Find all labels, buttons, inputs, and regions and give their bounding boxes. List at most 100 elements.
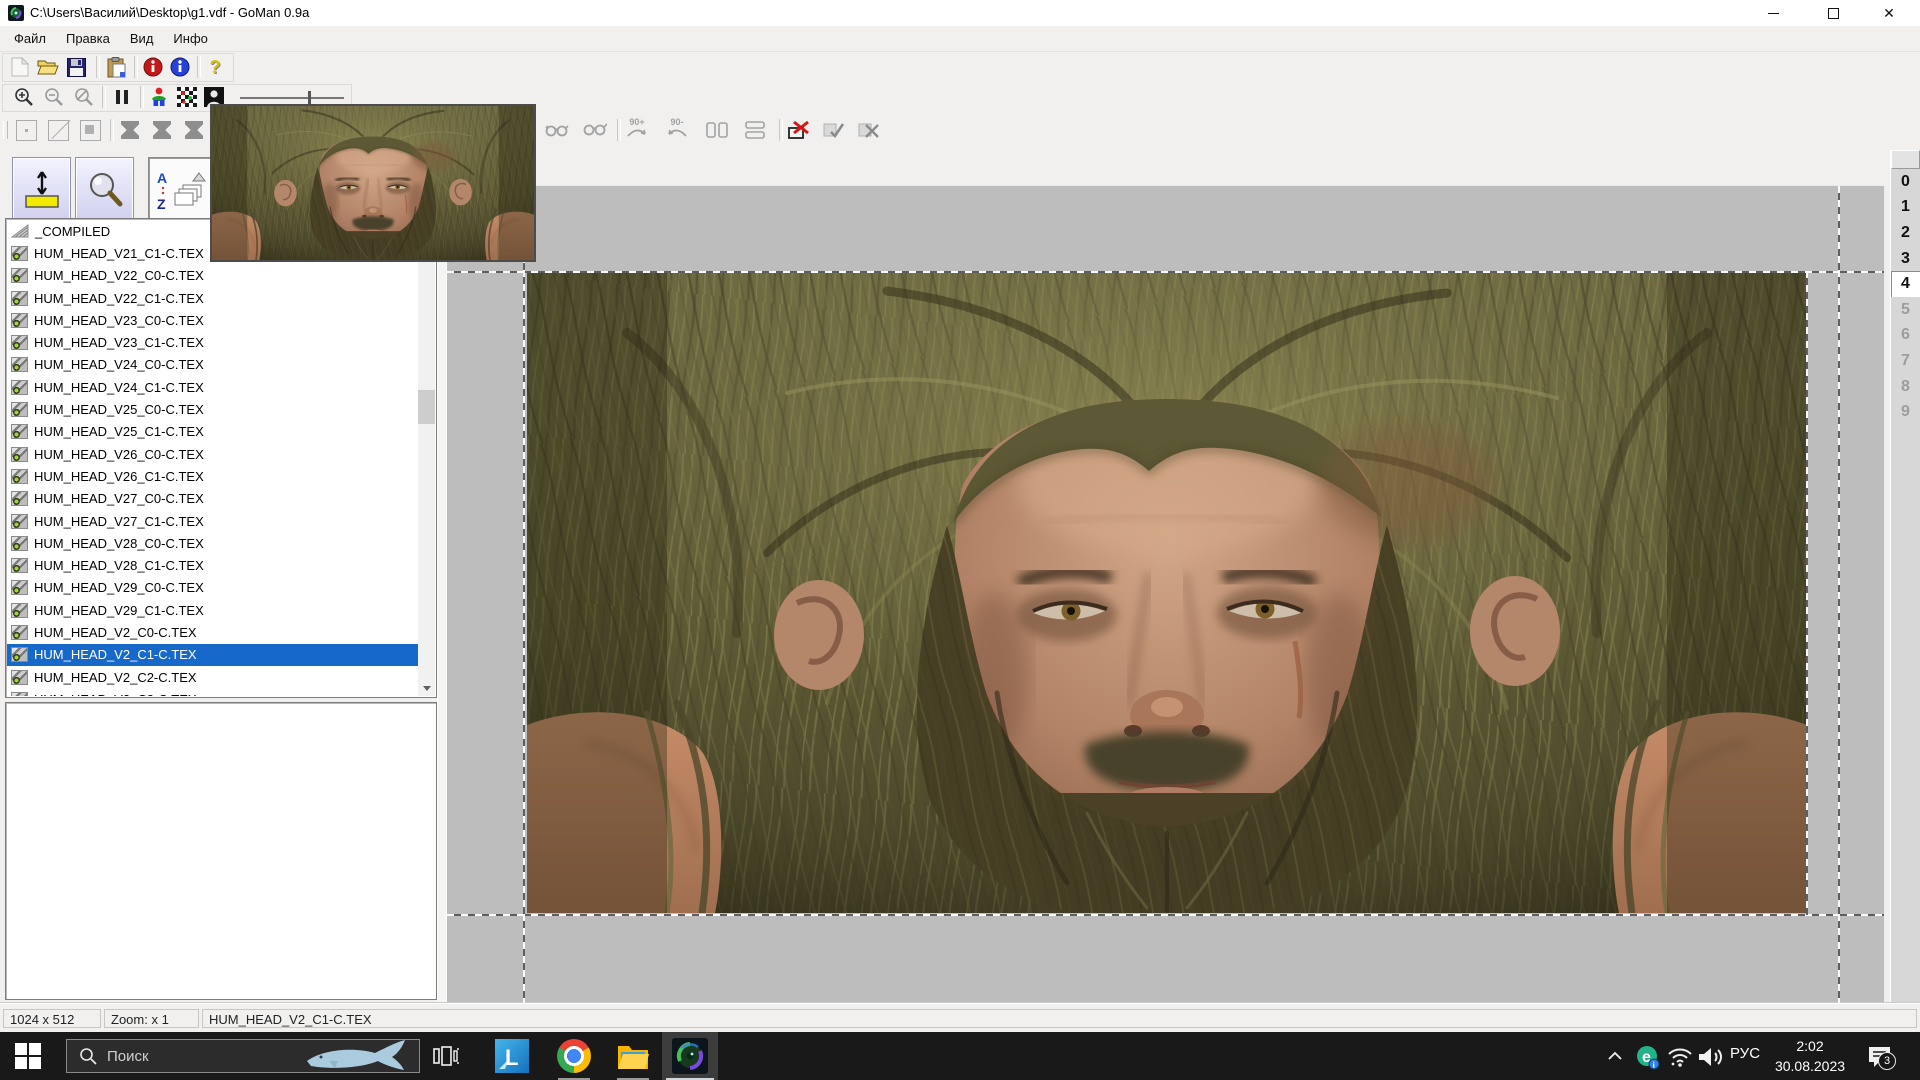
texture-list-item[interactable]: HUM_HEAD_V26_C0-C.TEX	[7, 443, 419, 465]
texture-list-item[interactable]: HUM_HEAD_V2_C3-C.TEX	[7, 688, 419, 696]
window-title: C:\Users\Василий\Desktop\g1.vdf - GoMan …	[30, 5, 309, 20]
help-button[interactable]: ?	[203, 55, 227, 79]
texture-list-item[interactable]: HUM_HEAD_V23_C1-C.TEX	[7, 331, 419, 353]
apply-check-button[interactable]	[822, 118, 846, 142]
texture-list-item[interactable]: HUM_HEAD_V23_C0-C.TEX	[7, 309, 419, 331]
menu-info[interactable]: Инфо	[163, 28, 217, 49]
chrome-button[interactable]	[556, 1039, 592, 1073]
texture-list-item[interactable]: HUM_HEAD_V29_C1-C.TEX	[7, 599, 419, 621]
texture-thumbnail-icon	[11, 402, 28, 417]
glasses-button-2[interactable]	[583, 118, 607, 142]
rotate-90-cw-button[interactable]: 90+	[625, 116, 649, 140]
maximize-button[interactable]	[1810, 0, 1856, 26]
texture-list-item[interactable]: HUM_HEAD_V25_C0-C.TEX	[7, 398, 419, 420]
texture-list-item[interactable]: HUM_HEAD_V24_C0-C.TEX	[7, 354, 419, 376]
texture-list-item[interactable]: HUM_HEAD_V22_C1-C.TEX	[7, 287, 419, 309]
zoom-slider-track[interactable]	[240, 97, 344, 99]
texture-image[interactable]	[527, 273, 1807, 913]
view-rgb-button[interactable]	[147, 85, 171, 109]
zoom-reset-button[interactable]	[72, 85, 96, 109]
goman-taskbar-button[interactable]	[662, 1032, 718, 1080]
search-highlight-whale-image[interactable]	[299, 1039, 419, 1073]
language-indicator[interactable]: РУС	[1730, 1045, 1760, 1062]
texture-list-item[interactable]: HUM_HEAD_V25_C1-C.TEX	[7, 421, 419, 443]
mip-level-4[interactable]: 4	[1891, 271, 1920, 297]
mirror-horizontal-button[interactable]	[705, 118, 729, 142]
texture-list-item[interactable]: HUM_HEAD_V28_C1-C.TEX	[7, 554, 419, 576]
texture-list-item[interactable]: HUM_HEAD_V2_C0-C.TEX	[7, 621, 419, 643]
find-texture-button[interactable]	[75, 157, 134, 223]
glasses-icon	[545, 123, 569, 137]
wifi-tray-button[interactable]	[1666, 1045, 1694, 1069]
open-file-button[interactable]	[36, 55, 60, 79]
mip-level-8: 8	[1891, 374, 1920, 400]
texture-list-item[interactable]: HUM_HEAD_V2_C1-C.TEX	[7, 644, 419, 666]
close-button[interactable]: ✕	[1866, 0, 1912, 26]
texture-filename: HUM_HEAD_V24_C1-C.TEX	[34, 380, 204, 395]
rotate-90-ccw-button[interactable]: 90-	[665, 116, 689, 140]
info-vdf-button[interactable]	[141, 55, 165, 79]
texture-filename: HUM_HEAD_V25_C1-C.TEX	[34, 424, 204, 439]
minimize-button[interactable]	[1750, 0, 1796, 26]
list-scrollbar[interactable]	[418, 220, 435, 696]
handle-button-2[interactable]	[150, 118, 174, 142]
mip-level-3[interactable]: 3	[1891, 246, 1920, 272]
texture-list-item[interactable]: HUM_HEAD_V24_C1-C.TEX	[7, 376, 419, 398]
paste-button[interactable]	[104, 55, 128, 79]
tray-expand-button[interactable]	[1602, 1046, 1628, 1066]
marquee-right	[1806, 271, 1808, 916]
zoom-out-button[interactable]	[42, 85, 66, 109]
texture-list-item[interactable]: HUM_HEAD_V29_C0-C.TEX	[7, 577, 419, 599]
l-app-button[interactable]: L	[494, 1038, 530, 1074]
texture-list-item[interactable]: HUM_HEAD_V27_C0-C.TEX	[7, 488, 419, 510]
menu-edit[interactable]: Правка	[56, 28, 120, 49]
new-document-button[interactable]	[8, 55, 32, 79]
panel-splitter[interactable]	[437, 149, 447, 1003]
texture-list-item[interactable]: HUM_HEAD_V22_C0-C.TEX	[7, 265, 419, 287]
task-view-button[interactable]	[432, 1042, 460, 1070]
pause-animation-button[interactable]	[110, 85, 134, 109]
volume-tray-button[interactable]	[1696, 1044, 1726, 1070]
info-texture-button[interactable]	[168, 55, 192, 79]
delete-texture-button[interactable]	[787, 118, 811, 142]
texture-list-item[interactable]: HUM_HEAD_V27_C1-C.TEX	[7, 510, 419, 532]
scroll-down-button[interactable]	[418, 680, 435, 696]
select-diagonal-button[interactable]	[46, 118, 70, 142]
discard-x-button[interactable]	[857, 118, 881, 142]
texture-list-item[interactable]: HUM_HEAD_V28_C0-C.TEX	[7, 532, 419, 554]
height-extract-icon	[22, 170, 62, 210]
menu-view[interactable]: Вид	[120, 28, 164, 49]
texture-list-item[interactable]: HUM_HEAD_V26_C1-C.TEX	[7, 465, 419, 487]
select-dot-button[interactable]	[14, 118, 38, 142]
zoom-slider-handle[interactable]	[308, 91, 311, 105]
texture-filename: HUM_HEAD_V28_C0-C.TEX	[34, 536, 204, 551]
start-button[interactable]	[14, 1042, 42, 1070]
zoom-in-button[interactable]	[12, 85, 36, 109]
sort-az-toggle-button[interactable]: A Z	[148, 157, 214, 223]
handle-button-1[interactable]	[118, 118, 142, 142]
dither-x-icon	[858, 120, 880, 140]
taskbar-clock[interactable]: 2:02 30.08.2023	[1762, 1036, 1858, 1076]
texture-list-item[interactable]: HUM_HEAD_V2_C2-C.TEX	[7, 666, 419, 688]
antivirus-tray-button[interactable]: e i	[1634, 1043, 1662, 1071]
mirror-vertical-button[interactable]	[743, 118, 767, 142]
extract-texture-button[interactable]	[12, 157, 71, 223]
menu-file[interactable]: Файл	[4, 28, 56, 49]
zoom-disabled-icon	[74, 87, 94, 107]
scrollbar-thumb[interactable]	[418, 390, 435, 424]
handle-button-3[interactable]	[182, 118, 206, 142]
select-fill-button[interactable]	[78, 118, 102, 142]
texture-preview-popup	[210, 104, 536, 262]
file-list-rows[interactable]: _COMPILED HUM_HEAD_V21_C1-C.TEXHUM_HEAD_…	[7, 220, 419, 696]
view-alpha-button[interactable]	[175, 85, 199, 109]
file-explorer-button[interactable]	[615, 1039, 651, 1073]
taskbar-search-input[interactable]: Поиск	[66, 1039, 420, 1073]
texture-filename: HUM_HEAD_V22_C1-C.TEX	[34, 291, 204, 306]
texture-canvas[interactable]	[447, 185, 1886, 1004]
mip-level-1[interactable]: 1	[1891, 195, 1920, 221]
save-button[interactable]	[64, 55, 88, 79]
mip-level-2[interactable]: 2	[1891, 220, 1920, 246]
glasses-button-1[interactable]	[545, 118, 569, 142]
folder-icon	[616, 1041, 650, 1071]
mip-level-0[interactable]: 0	[1891, 169, 1920, 195]
